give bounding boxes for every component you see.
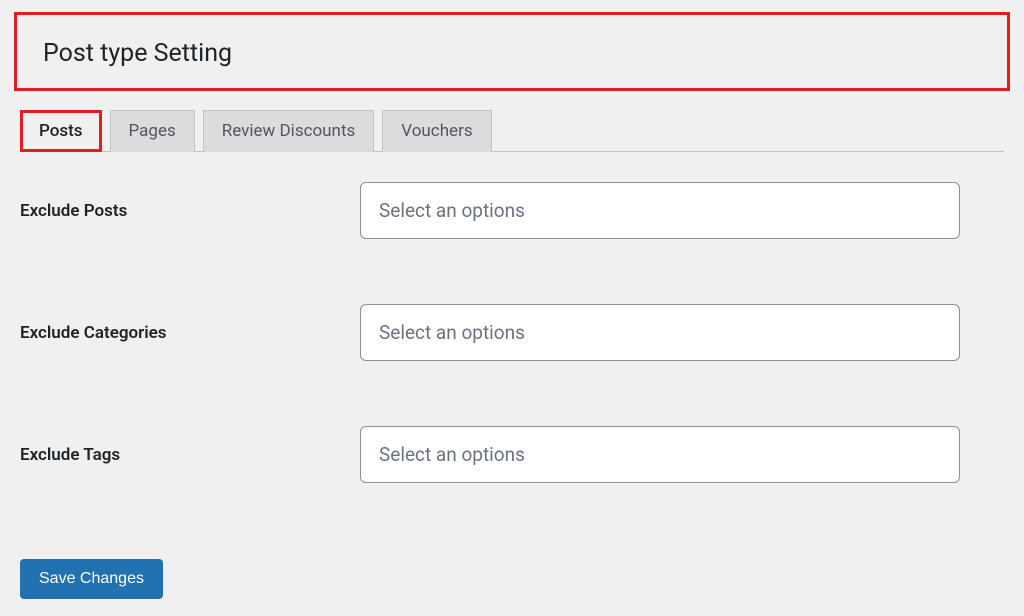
- tab-pages[interactable]: Pages: [110, 110, 195, 152]
- tab-posts[interactable]: Posts: [20, 110, 102, 152]
- select-exclude-posts[interactable]: Select an options: [360, 182, 960, 239]
- save-button[interactable]: Save Changes: [20, 559, 163, 599]
- label-exclude-tags: Exclude Tags: [20, 445, 360, 465]
- select-exclude-categories[interactable]: Select an options: [360, 304, 960, 361]
- label-exclude-categories: Exclude Categories: [20, 323, 360, 343]
- tab-label: Pages: [129, 121, 176, 141]
- form-row-exclude-categories: Exclude Categories Select an options: [20, 304, 1004, 361]
- form-row-exclude-posts: Exclude Posts Select an options: [20, 182, 1004, 239]
- tab-vouchers[interactable]: Vouchers: [382, 110, 491, 152]
- form-section: Exclude Posts Select an options Exclude …: [0, 152, 1024, 568]
- form-row-exclude-tags: Exclude Tags Select an options: [20, 426, 1004, 483]
- tab-label: Review Discounts: [222, 121, 356, 141]
- label-exclude-posts: Exclude Posts: [20, 201, 360, 221]
- tab-label: Posts: [39, 121, 83, 141]
- tabs-container: Posts Pages Review Discounts Vouchers: [20, 109, 1004, 152]
- tab-review-discounts[interactable]: Review Discounts: [203, 110, 375, 152]
- select-exclude-tags[interactable]: Select an options: [360, 426, 960, 483]
- tab-label: Vouchers: [401, 121, 472, 141]
- page-title-highlight: Post type Setting: [14, 12, 1010, 91]
- page-title: Post type Setting: [23, 21, 252, 82]
